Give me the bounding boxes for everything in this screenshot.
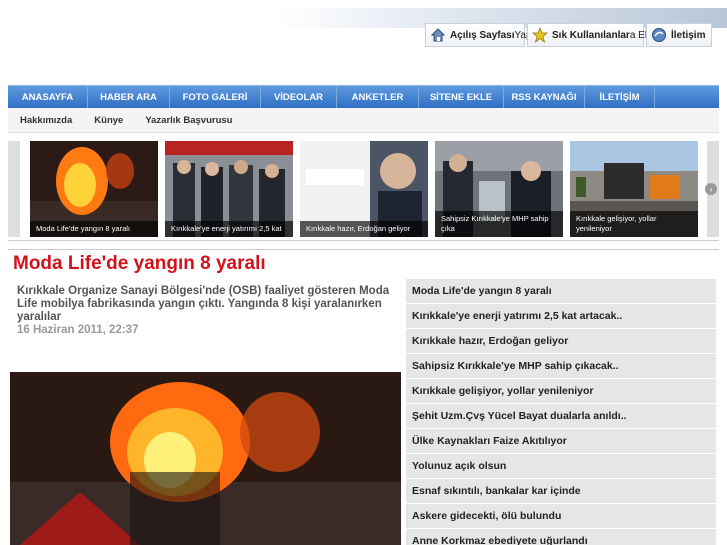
contact-link[interactable]: İletişim [646, 23, 712, 47]
homepage-link-label: Açılış Sayfası [450, 29, 515, 41]
page: Açılış Sayfası Yap Sık Kullanılanlar a Ek… [0, 0, 727, 545]
article-title[interactable]: Moda Life'de yangın 8 yaralı [13, 253, 266, 275]
nav-item-foto-galeri[interactable]: FOTO GALERİ [170, 86, 261, 109]
list-item[interactable]: Kırıkkale'ye enerji yatırımı 2,5 kat art… [406, 304, 716, 329]
slide-5[interactable]: Kırıkkale gelişiyor, yollar yenileniyor [570, 141, 698, 237]
slide-caption: Moda Life'de yangın 8 yaralı [30, 221, 158, 237]
homepage-link[interactable]: Açılış Sayfası Yap [425, 23, 532, 47]
slider-next-icon[interactable]: › [705, 183, 717, 195]
favorites-link[interactable]: Sık Kullanılanlar a Ekle [527, 23, 658, 47]
article-divider [8, 249, 719, 250]
slide-4[interactable]: Sahipsiz Kırıkkale'ye MHP sahip çıka [435, 141, 563, 237]
article-image-graphic [10, 372, 401, 545]
nav-item-rss[interactable]: RSS KAYNAĞI [504, 86, 585, 109]
list-item[interactable]: Şehit Uzm.Çvş Yücel Bayat dualarla anıld… [406, 404, 716, 429]
slide-caption: Kırıkkale'ye enerji yatırımı 2,5 kat [165, 221, 293, 237]
list-item[interactable]: Kırıkkale hazır, Erdoğan geliyor [406, 329, 716, 354]
list-item[interactable]: Kırıkkale gelişiyor, yollar yenileniyor [406, 379, 716, 404]
slider-edge-left [8, 141, 20, 237]
subnav-item-kunye[interactable]: Künye [94, 115, 123, 126]
nav-item-anketler[interactable]: ANKETLER [337, 86, 419, 109]
header-links: Açılış Sayfası Yap Sık Kullanılanlar a Ek… [423, 23, 712, 47]
nav-item-iletisim[interactable]: İLETİŞİM [585, 86, 655, 109]
subnav-item-hakkimizda[interactable]: Hakkımızda [20, 115, 72, 126]
contact-icon [651, 27, 667, 43]
article-summary: Kırıkkale Organize Sanayi Bölgesi'nde (O… [17, 285, 390, 323]
nav-item-videolar[interactable]: VİDEOLAR [261, 86, 337, 109]
slide-caption: Kırıkkale gelişiyor, yollar yenileniyor [570, 211, 698, 237]
subnav-item-yazarlik[interactable]: Yazarlık Başvurusu [145, 115, 232, 126]
slide-2[interactable]: Kırıkkale'ye enerji yatırımı 2,5 kat [165, 141, 293, 237]
list-item[interactable]: Askere gidecekti, ölü bulundu [406, 504, 716, 529]
nav-item-haber-ara[interactable]: HABER ARA [88, 86, 170, 109]
main-nav: ANASAYFA HABER ARA FOTO GALERİ VİDEOLAR … [8, 85, 719, 109]
star-icon [532, 27, 548, 43]
article-image[interactable] [10, 372, 401, 545]
slide-caption: Kırıkkale hazır, Erdoğan geliyor [300, 221, 428, 237]
nav-item-anasayfa[interactable]: ANASAYFA [8, 86, 88, 109]
sub-nav: Hakkımızda Künye Yazarlık Başvurusu [8, 108, 719, 133]
news-list: Moda Life'de yangın 8 yaralı Kırıkkale'y… [406, 279, 716, 545]
nav-item-sitene-ekle[interactable]: SİTENE EKLE [419, 86, 504, 109]
list-item[interactable]: Moda Life'de yangın 8 yaralı [406, 279, 716, 304]
favorites-link-label: Sık Kullanılanlar [552, 29, 630, 41]
list-item[interactable]: Sahipsiz Kırıkkale'ye MHP sahip çıkacak.… [406, 354, 716, 379]
contact-link-label: İletişim [671, 29, 706, 41]
article-date: 16 Haziran 2011, 22:37 [17, 324, 139, 336]
list-item[interactable]: Anne Korkmaz ebediyete uğurlandı [406, 529, 716, 545]
list-item[interactable]: Ülke Kaynakları Faize Akıtılıyor [406, 429, 716, 454]
slide-caption: Sahipsiz Kırıkkale'ye MHP sahip çıka [435, 211, 563, 237]
list-item[interactable]: Esnaf sıkıntılı, bankalar kar içinde [406, 479, 716, 504]
slide-3[interactable]: Kırıkkale hazır, Erdoğan geliyor [300, 141, 428, 237]
headline-slider: Moda Life'de yangın 8 yaralı Kırıkkale'y… [8, 139, 719, 241]
list-item[interactable]: Yolunuz açık olsun [406, 454, 716, 479]
slide-1[interactable]: Moda Life'de yangın 8 yaralı [30, 141, 158, 237]
home-icon [430, 27, 446, 43]
